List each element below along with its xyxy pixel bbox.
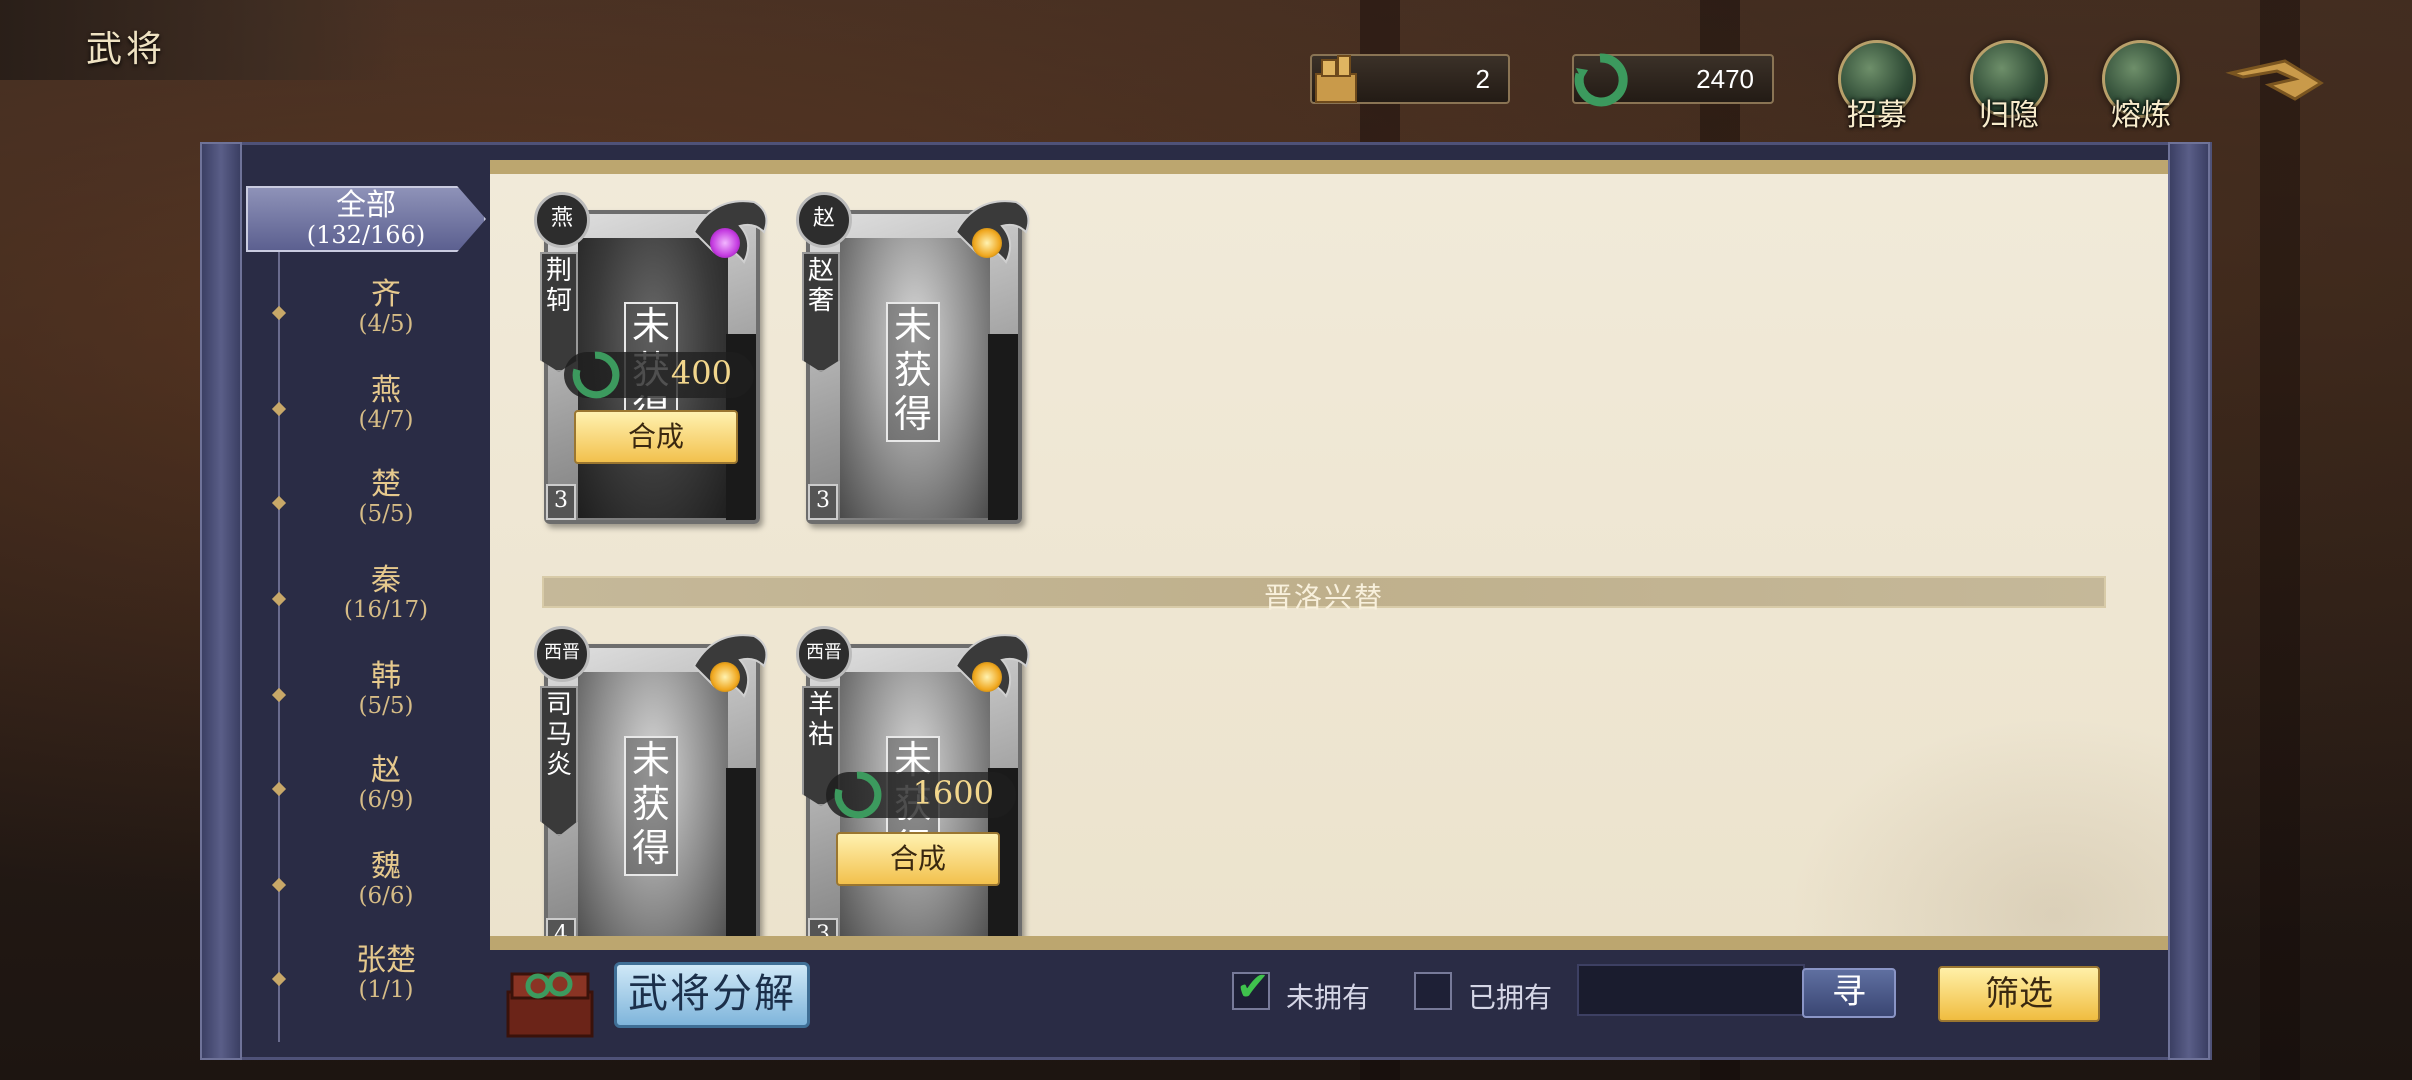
kingdom-badge: 赵	[796, 192, 852, 248]
general-name: 赵奢	[808, 256, 835, 316]
general-name: 司马炎	[546, 690, 573, 780]
sidebar-item-chu[interactable]: 楚 (5/5)	[242, 468, 490, 548]
title-plate: 武将	[0, 0, 400, 80]
unowned-checkbox[interactable]	[1232, 964, 1270, 1010]
jade-ring-icon	[834, 771, 882, 819]
gold-gem-icon	[972, 662, 1002, 692]
synth-cost-value: 1600	[912, 774, 994, 812]
general-card[interactable]: 赵 赵奢 未获得 3	[796, 192, 1032, 528]
kingdom-badge: 西晋	[796, 626, 852, 682]
page-title: 武将	[86, 29, 167, 70]
owned-checkbox[interactable]	[1414, 972, 1452, 1010]
sidebar-item-han[interactable]: 韩 (5/5)	[242, 660, 490, 740]
sidebar-item-zhangchu[interactable]: 张楚 (1/1)	[242, 944, 490, 1024]
purple-gem-icon	[710, 228, 740, 258]
synthesize-button[interactable]: 合成	[574, 410, 738, 464]
general-grid: 燕 荆轲 未获得 3 400 合成 赵 赵奢 未获得 3 晋洛兴替	[490, 160, 2168, 950]
jade-ring-icon	[572, 351, 620, 399]
kingdom-badge: 西晋	[534, 626, 590, 682]
sidebar-item-all[interactable]: 全部 (132/166)	[246, 186, 486, 252]
filter-button[interactable]: 筛选	[1938, 966, 2100, 1022]
search-button[interactable]: 寻	[1802, 968, 1896, 1018]
recruit-label: 招募	[1847, 98, 1907, 133]
currency-jade: 2470	[1572, 53, 1774, 107]
smelt-label: 熔炼	[2111, 98, 2171, 133]
general-card[interactable]: 燕 荆轲 未获得 3 400 合成	[534, 192, 770, 528]
star-level: 3	[808, 918, 838, 936]
token-chest-icon	[1315, 55, 1357, 103]
unowned-label: 未拥有	[1286, 981, 1371, 1014]
sidebar-item-count: (132/166)	[306, 221, 426, 249]
star-level: 3	[546, 484, 576, 520]
bottom-bar: 武将分解 未拥有 已拥有 寻 筛选	[490, 950, 2168, 1050]
recruit-button[interactable]: 招募	[1832, 40, 1922, 133]
star-level: 3	[808, 484, 838, 520]
synthesize-button[interactable]: 合成	[836, 832, 1000, 886]
smelt-button[interactable]: 熔炼	[2096, 40, 2186, 133]
card-strip	[726, 768, 756, 936]
synth-cost: 1600	[826, 771, 1016, 819]
decompose-button[interactable]: 武将分解	[614, 962, 810, 1028]
currency-jade-value: 2470	[1696, 64, 1754, 94]
sidebar-item-qi[interactable]: 齐 (4/5)	[242, 278, 490, 358]
general-card[interactable]: 西晋 司马炎 未获得 4	[534, 626, 770, 936]
panel-rail-right	[2168, 142, 2210, 1060]
section-title: 晋洛兴替	[1263, 581, 1384, 614]
synth-cost: 400	[564, 351, 754, 399]
kingdom-badge: 燕	[534, 192, 590, 248]
gold-gem-icon	[710, 662, 740, 692]
search-input[interactable]	[1577, 964, 1805, 1016]
currency-tokens: 2	[1310, 54, 1510, 104]
gold-gem-icon	[972, 228, 1002, 258]
retire-label: 归隐	[1979, 98, 2039, 133]
jade-chest-icon	[506, 971, 594, 1038]
sidebar-item-zhao[interactable]: 赵 (6/9)	[242, 754, 490, 834]
general-name: 羊祜	[808, 690, 835, 750]
sidebar-item-wei[interactable]: 魏 (6/6)	[242, 850, 490, 930]
general-card[interactable]: 西晋 羊祜 未获得 3 1600 合成	[796, 626, 1032, 936]
sidebar-item-yan[interactable]: 燕 (4/7)	[242, 374, 490, 454]
category-sidebar: 全部 (132/166) 齐 (4/5) 燕 (4/7) 楚 (5/5) 秦 (…	[242, 142, 490, 1042]
owned-label: 已拥有	[1468, 981, 1553, 1014]
status-label: 未获得	[886, 302, 940, 442]
section-divider: 晋洛兴替	[542, 576, 2106, 614]
bg-pillar	[2260, 0, 2300, 1080]
card-strip	[988, 334, 1018, 520]
panel-rail-left	[200, 142, 242, 1060]
jade-ring-icon	[1574, 53, 1628, 107]
retire-button[interactable]: 归隐	[1964, 40, 2054, 133]
general-name: 荆轲	[546, 256, 573, 316]
synth-cost-value: 400	[670, 354, 732, 392]
status-label: 未获得	[624, 736, 678, 876]
sidebar-item-qin[interactable]: 秦 (16/17)	[242, 564, 490, 644]
currency-tokens-value: 2	[1475, 64, 1490, 94]
back-arrow-icon[interactable]	[2225, 55, 2325, 111]
star-level: 4	[546, 918, 576, 936]
sidebar-item-label: 全部	[336, 188, 396, 223]
